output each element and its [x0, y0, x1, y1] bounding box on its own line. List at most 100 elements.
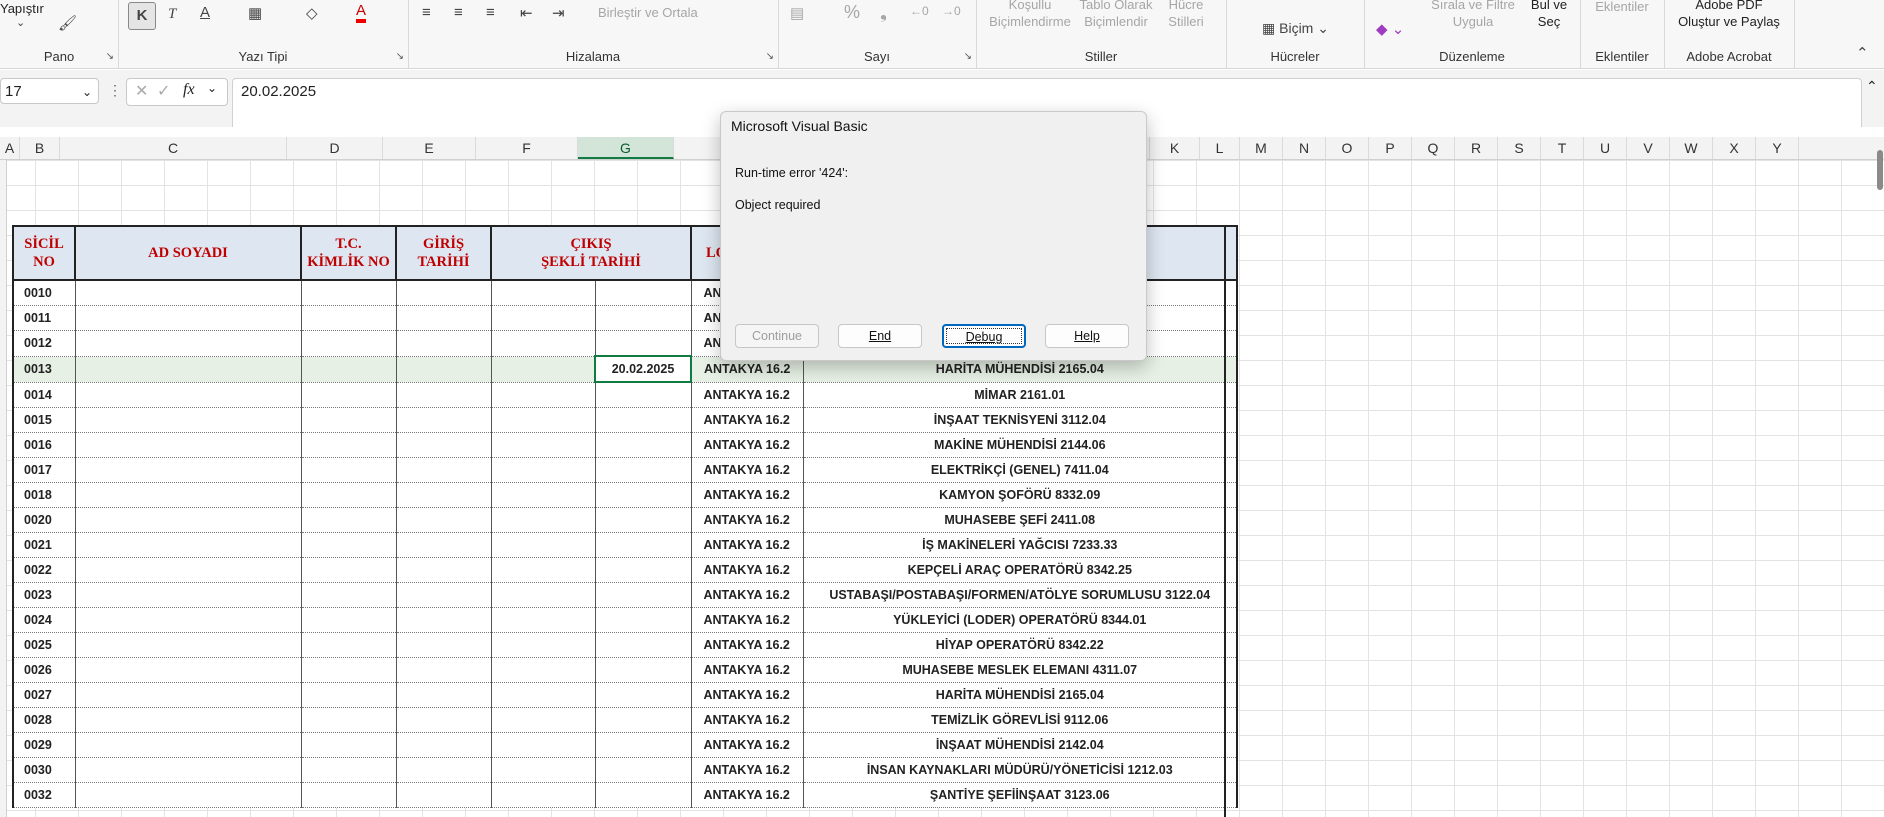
- cell-tc-kimlik[interactable]: [300, 305, 397, 331]
- cell-cikis-tarihi[interactable]: [594, 432, 692, 458]
- cell-cikis-sekli[interactable]: [490, 707, 596, 733]
- cell-sicil-no[interactable]: 0024: [12, 607, 76, 633]
- cell-tc-kimlik[interactable]: [300, 782, 397, 808]
- cell-meslek[interactable]: HARİTA MÜHENDİSİ 2165.04: [802, 682, 1238, 708]
- cell-sicil-no[interactable]: 0011: [12, 305, 76, 331]
- decrease-indent-icon[interactable]: ⇤: [520, 4, 533, 22]
- column-header-b[interactable]: B: [20, 137, 60, 159]
- align-center-icon[interactable]: ≡: [454, 4, 463, 21]
- cell-cikis-sekli[interactable]: [490, 330, 596, 357]
- debug-button[interactable]: Debug: [942, 324, 1026, 348]
- cell-styles-button[interactable]: Hücre Stilleri: [1158, 0, 1214, 30]
- cell-ad-soyadi[interactable]: [74, 582, 302, 608]
- sort-filter-button[interactable]: Sırala ve Filtre Uygula: [1424, 0, 1522, 30]
- chevron-down-icon[interactable]: ⌄: [16, 16, 25, 29]
- cell-meslek[interactable]: MİMAR 2161.01: [802, 381, 1238, 408]
- cell-ad-soyadi[interactable]: [74, 407, 302, 433]
- cell-giris-tarihi[interactable]: [395, 757, 492, 783]
- cell-lokasyon[interactable]: ANTAKYA 16.2: [690, 482, 804, 508]
- cell-cikis-tarihi[interactable]: [594, 607, 692, 633]
- cell-sicil-no[interactable]: 0018: [12, 482, 76, 508]
- launcher-icon[interactable]: ↘: [964, 51, 972, 62]
- chevron-down-icon[interactable]: ⌄: [207, 81, 217, 95]
- cell-tc-kimlik[interactable]: [300, 355, 397, 383]
- cell-giris-tarihi[interactable]: [395, 330, 492, 357]
- cell-cikis-sekli[interactable]: [490, 381, 596, 408]
- column-header-k[interactable]: K: [1150, 137, 1200, 159]
- cell-sicil-no[interactable]: 0014: [12, 381, 76, 408]
- cell-cikis-tarihi[interactable]: [594, 482, 692, 508]
- cell-cikis-tarihi[interactable]: 20.02.2025: [594, 355, 692, 383]
- cell-giris-tarihi[interactable]: [395, 407, 492, 433]
- cell-giris-tarihi[interactable]: [395, 657, 492, 683]
- cell-lokasyon[interactable]: ANTAKYA 16.2: [690, 582, 804, 608]
- cell-meslek[interactable]: HİYAP OPERATÖRÜ 8342.22: [802, 632, 1238, 658]
- bold-button[interactable]: K: [128, 2, 156, 30]
- cell-cikis-tarihi[interactable]: [594, 330, 692, 357]
- cell-tc-kimlik[interactable]: [300, 330, 397, 357]
- cell-meslek[interactable]: TEMİZLİK GÖREVLİSİ 9112.06: [802, 707, 1238, 733]
- cell-cikis-tarihi[interactable]: [594, 381, 692, 408]
- column-header-t[interactable]: T: [1541, 137, 1584, 159]
- column-header-g[interactable]: G: [578, 137, 674, 159]
- conditional-formatting-button[interactable]: Koşullu Biçimlendirme: [988, 0, 1072, 30]
- cell-lokasyon[interactable]: ANTAKYA 16.2: [690, 557, 804, 583]
- cell-tc-kimlik[interactable]: [300, 682, 397, 708]
- cell-sicil-no[interactable]: 0029: [12, 732, 76, 758]
- cell-ad-soyadi[interactable]: [74, 507, 302, 533]
- insert-function-button[interactable]: fx: [183, 81, 195, 99]
- cell-giris-tarihi[interactable]: [395, 279, 492, 306]
- cell-ad-soyadi[interactable]: [74, 330, 302, 357]
- header-sicil-no[interactable]: SİCİL NO: [12, 225, 76, 281]
- cell-tc-kimlik[interactable]: [300, 657, 397, 683]
- cell-tc-kimlik[interactable]: [300, 557, 397, 583]
- cell-cikis-tarihi[interactable]: [594, 682, 692, 708]
- column-header-o[interactable]: O: [1326, 137, 1369, 159]
- end-button[interactable]: End: [838, 324, 922, 348]
- cell-cikis-sekli[interactable]: [490, 607, 596, 633]
- cell-meslek[interactable]: İNŞAAT MÜHENDİSİ 2142.04: [802, 732, 1238, 758]
- cell-cikis-tarihi[interactable]: [594, 732, 692, 758]
- cell-giris-tarihi[interactable]: [395, 682, 492, 708]
- cell-cikis-tarihi[interactable]: [594, 707, 692, 733]
- column-header-u[interactable]: U: [1584, 137, 1627, 159]
- cell-tc-kimlik[interactable]: [300, 632, 397, 658]
- cell-giris-tarihi[interactable]: [395, 582, 492, 608]
- cell-cikis-tarihi[interactable]: [594, 582, 692, 608]
- italic-button[interactable]: T: [168, 6, 176, 23]
- cell-giris-tarihi[interactable]: [395, 432, 492, 458]
- cell-giris-tarihi[interactable]: [395, 732, 492, 758]
- cell-giris-tarihi[interactable]: [395, 305, 492, 331]
- cell-tc-kimlik[interactable]: [300, 757, 397, 783]
- cell-lokasyon[interactable]: ANTAKYA 16.2: [690, 782, 804, 808]
- cell-tc-kimlik[interactable]: [300, 507, 397, 533]
- cell-cikis-tarihi[interactable]: [594, 782, 692, 808]
- launcher-icon[interactable]: ↘: [766, 51, 774, 62]
- cell-cikis-sekli[interactable]: [490, 732, 596, 758]
- cell-lokasyon[interactable]: ANTAKYA 16.2: [690, 607, 804, 633]
- cell-cikis-sekli[interactable]: [490, 782, 596, 808]
- cell-meslek[interactable]: ELEKTRİKÇİ (GENEL) 7411.04: [802, 457, 1238, 483]
- cell-giris-tarihi[interactable]: [395, 707, 492, 733]
- cell-tc-kimlik[interactable]: [300, 482, 397, 508]
- cell-sicil-no[interactable]: 0016: [12, 432, 76, 458]
- cell-ad-soyadi[interactable]: [74, 381, 302, 408]
- cell-tc-kimlik[interactable]: [300, 607, 397, 633]
- cell-cikis-tarihi[interactable]: [594, 305, 692, 331]
- cell-meslek[interactable]: KAMYON ŞOFÖRÜ 8332.09: [802, 482, 1238, 508]
- cell-lokasyon[interactable]: ANTAKYA 16.2: [690, 682, 804, 708]
- cell-lokasyon[interactable]: ANTAKYA 16.2: [690, 757, 804, 783]
- cell-lokasyon[interactable]: ANTAKYA 16.2: [690, 457, 804, 483]
- cell-ad-soyadi[interactable]: [74, 632, 302, 658]
- cell-cikis-tarihi[interactable]: [594, 507, 692, 533]
- column-header-f[interactable]: F: [476, 137, 578, 159]
- cell-meslek[interactable]: İŞ MAKİNELERİ YAĞCISI 7233.33: [802, 532, 1238, 558]
- increase-decimal-icon[interactable]: ←0: [910, 4, 929, 18]
- currency-icon[interactable]: ▤: [790, 4, 804, 22]
- cell-cikis-sekli[interactable]: [490, 407, 596, 433]
- cell-tc-kimlik[interactable]: [300, 582, 397, 608]
- cell-ad-soyadi[interactable]: [74, 732, 302, 758]
- column-header-d[interactable]: D: [287, 137, 383, 159]
- cell-sicil-no[interactable]: 0026: [12, 657, 76, 683]
- percent-button[interactable]: %: [844, 2, 860, 23]
